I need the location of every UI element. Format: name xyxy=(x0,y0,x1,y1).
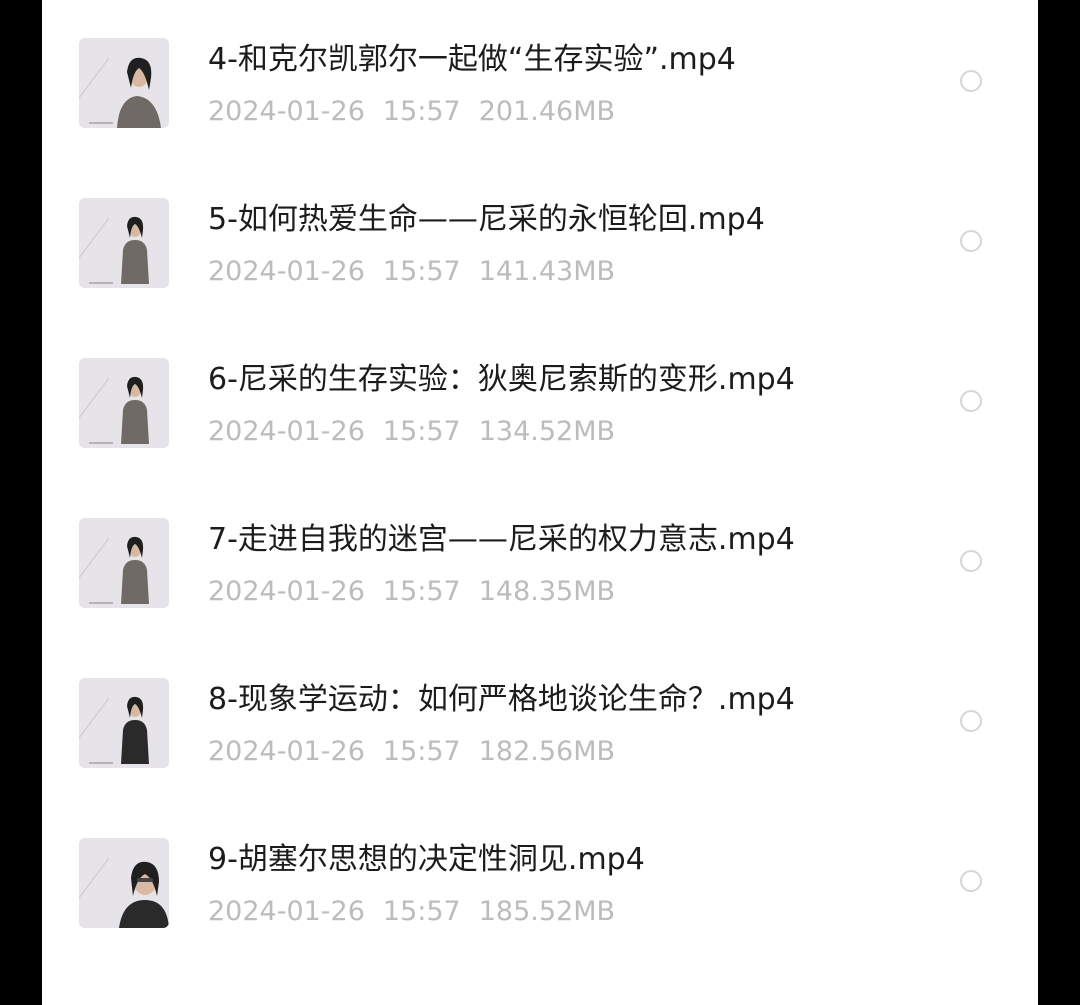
file-meta: 2024-01-26 15:57 182.56MB xyxy=(208,732,633,772)
video-thumbnail-icon xyxy=(79,38,169,128)
radio-circle-icon[interactable] xyxy=(960,390,982,412)
file-date: 2024-01-26 xyxy=(208,736,365,767)
file-date: 2024-01-26 xyxy=(208,896,365,927)
file-name: 7-走进自我的迷宫——尼采的权力意志.mp4 xyxy=(208,522,795,557)
radio-circle-icon[interactable] xyxy=(960,870,982,892)
file-time: 15:57 xyxy=(382,416,461,447)
file-time: 15:57 xyxy=(382,256,461,287)
video-thumbnail-icon xyxy=(79,678,169,768)
file-list: 4-和克尔凯郭尔一起做“生存实验”.mp4 2024-01-26 15:57 201… xyxy=(42,0,1038,960)
video-thumbnail-icon xyxy=(79,198,169,288)
file-size: 185.52MB xyxy=(478,896,616,927)
file-name: 6-尼采的生存实验：狄奥尼索斯的变形.mp4 xyxy=(208,362,795,397)
file-name: 9-胡塞尔思想的决定性洞见.mp4 xyxy=(208,842,645,877)
file-date: 2024-01-26 xyxy=(208,96,365,127)
file-list-item[interactable]: 9-胡塞尔思想的决定性洞见.mp4 2024-01-26 15:57 185.52M… xyxy=(42,800,1038,960)
file-name: 8-现象学运动：如何严格地谈论生命？.mp4 xyxy=(208,682,795,717)
file-time: 15:57 xyxy=(382,896,461,927)
file-time: 15:57 xyxy=(382,736,461,767)
file-date: 2024-01-26 xyxy=(208,416,365,447)
file-date: 2024-01-26 xyxy=(208,576,365,607)
file-meta: 2024-01-26 15:57 141.43MB xyxy=(208,252,633,292)
file-time: 15:57 xyxy=(382,96,461,127)
file-meta: 2024-01-26 15:57 201.46MB xyxy=(208,92,633,132)
file-list-item[interactable]: 5-如何热爱生命——尼采的永恒轮回.mp4 2024-01-26 15:57 141… xyxy=(42,160,1038,320)
file-size: 141.43MB xyxy=(478,256,616,287)
file-size: 201.46MB xyxy=(478,96,616,127)
radio-circle-icon[interactable] xyxy=(960,710,982,732)
file-meta: 2024-01-26 15:57 134.52MB xyxy=(208,412,633,452)
file-time: 15:57 xyxy=(382,576,461,607)
radio-circle-icon[interactable] xyxy=(960,550,982,572)
file-list-item[interactable]: 7-走进自我的迷宫——尼采的权力意志.mp4 2024-01-26 15:57 14… xyxy=(42,480,1038,640)
file-meta: 2024-01-26 15:57 148.35MB xyxy=(208,572,633,612)
radio-circle-icon[interactable] xyxy=(960,70,982,92)
file-list-item[interactable]: 4-和克尔凯郭尔一起做“生存实验”.mp4 2024-01-26 15:57 201… xyxy=(42,0,1038,160)
file-name: 5-如何热爱生命——尼采的永恒轮回.mp4 xyxy=(208,202,765,237)
file-name: 4-和克尔凯郭尔一起做“生存实验”.mp4 xyxy=(208,42,736,77)
file-size: 182.56MB xyxy=(478,736,616,767)
file-size: 148.35MB xyxy=(478,576,616,607)
file-list-item[interactable]: 6-尼采的生存实验：狄奥尼索斯的变形.mp4 2024-01-26 15:57 13… xyxy=(42,320,1038,480)
video-thumbnail-icon xyxy=(79,358,169,448)
file-list-item[interactable]: 8-现象学运动：如何严格地谈论生命？.mp4 2024-01-26 15:57 18… xyxy=(42,640,1038,800)
file-list-panel: 4-和克尔凯郭尔一起做“生存实验”.mp4 2024-01-26 15:57 201… xyxy=(42,0,1038,1005)
file-date: 2024-01-26 xyxy=(208,256,365,287)
file-size: 134.52MB xyxy=(478,416,616,447)
video-thumbnail-icon xyxy=(79,838,169,928)
file-meta: 2024-01-26 15:57 185.52MB xyxy=(208,892,633,932)
video-thumbnail-icon xyxy=(79,518,169,608)
radio-circle-icon[interactable] xyxy=(960,230,982,252)
